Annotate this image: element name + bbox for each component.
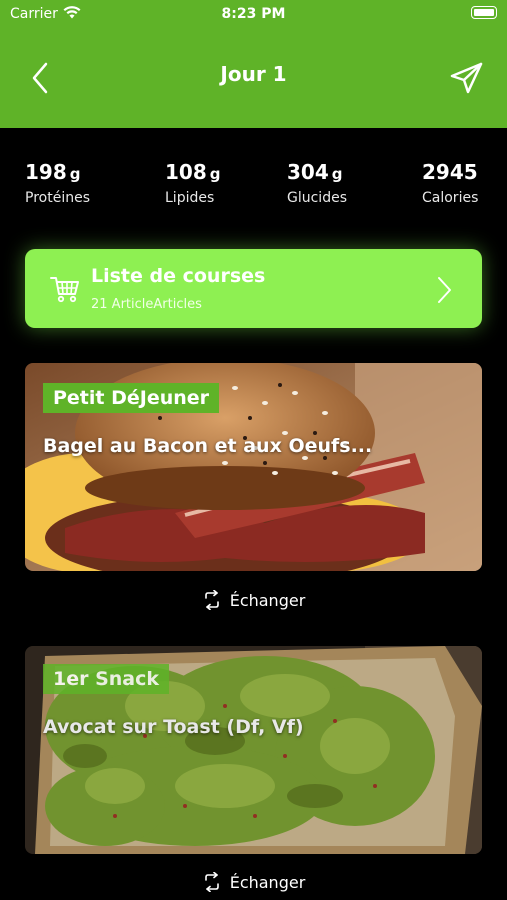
meal-name: Bagel au Bacon et aux Oeufs... <box>43 435 373 457</box>
swap-label: Échanger <box>229 872 306 892</box>
send-button[interactable] <box>449 60 485 96</box>
meal-card-snack[interactable]: 1er Snack Avocat sur Toast (Df, Vf) <box>25 646 482 854</box>
macro-calories: 2945 Calories <box>422 160 481 206</box>
swap-icon <box>204 872 219 892</box>
macro-unit: g <box>209 165 221 183</box>
macro-unit: g <box>331 165 343 183</box>
chevron-right-icon <box>438 277 451 303</box>
meal-name: Avocat sur Toast (Df, Vf) <box>43 716 304 738</box>
battery-icon <box>471 6 497 19</box>
swap-icon <box>204 590 219 610</box>
swap-button[interactable]: Échanger <box>0 590 507 620</box>
shopping-list-card[interactable]: Liste de courses 21 ArticleArticles <box>25 249 482 328</box>
swap-button[interactable]: Échanger <box>0 872 507 900</box>
page-title: Jour 1 <box>220 62 287 86</box>
macro-value: 2945 <box>422 160 478 184</box>
macro-value: 198 <box>25 160 67 184</box>
macro-proteins: 198 g Protéines <box>25 160 90 206</box>
cart-icon <box>50 277 79 303</box>
macro-carbs: 304 g Glucides <box>287 160 347 206</box>
meal-card-breakfast[interactable]: Petit DéJeuner Bagel au Bacon et aux Oeu… <box>25 363 482 571</box>
shopping-list-title: Liste de courses <box>91 265 266 287</box>
meal-type-tag: 1er Snack <box>43 664 170 694</box>
status-time: 8:23 PM <box>221 6 286 22</box>
macros-summary: 198 g Protéines 108 g Lipides 304 g Glucide… <box>0 160 507 220</box>
macro-value: 304 <box>287 160 329 184</box>
macro-unit: g <box>69 165 81 183</box>
swap-label: Échanger <box>229 590 306 610</box>
macro-label: Lipides <box>165 190 215 206</box>
macro-label: Glucides <box>287 190 347 206</box>
macro-label: Protéines <box>25 190 90 206</box>
macro-value: 108 <box>165 160 207 184</box>
macro-label: Calories <box>422 190 479 206</box>
header-bar: Carrier 8:23 PM Jour 1 <box>0 0 507 128</box>
meal-type-tag: Petit DéJeuner <box>43 383 220 413</box>
shopping-list-count: 21 ArticleArticles <box>91 297 202 312</box>
status-bar: Carrier 8:23 PM <box>0 0 507 28</box>
macro-lipids: 108 g Lipides <box>165 160 221 206</box>
